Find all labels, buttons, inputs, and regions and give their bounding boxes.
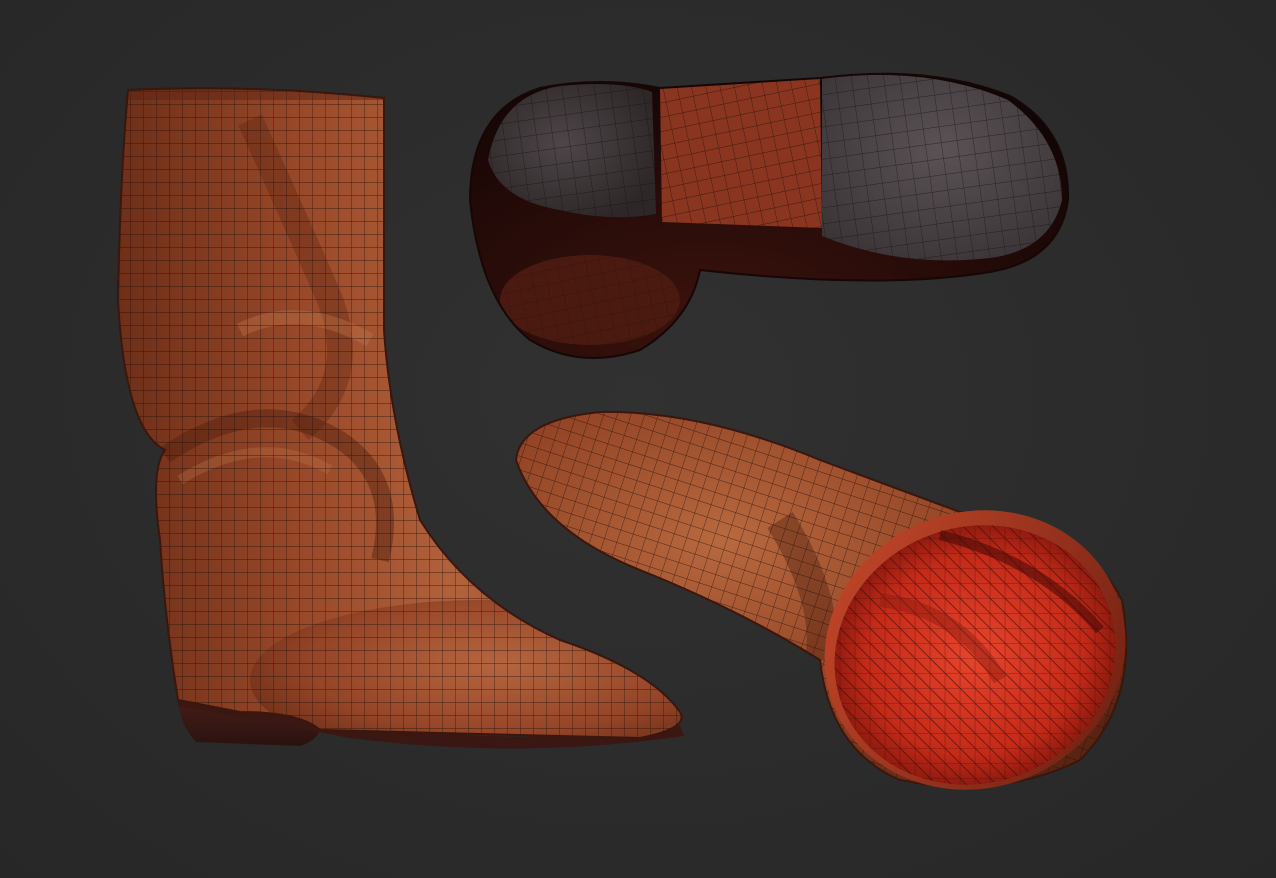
boot-sole-view[interactable] [460,60,1080,380]
3d-viewport[interactable] [0,0,1276,878]
boot-opening-view[interactable] [500,400,1165,832]
scene-canvas [116,60,1165,832]
